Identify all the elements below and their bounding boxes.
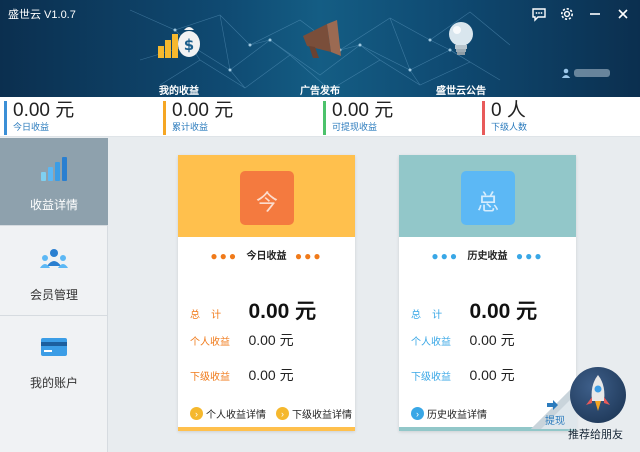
recommend-button[interactable] <box>570 367 626 423</box>
history-badge-char: 总 <box>476 191 499 216</box>
stat-today-label: 今日收益 <box>13 122 50 132</box>
history-total-label: 总 计 <box>411 310 443 321</box>
history-total-row: 总 计 0.00 元 <box>411 295 537 325</box>
minimize-icon[interactable] <box>586 5 604 23</box>
stat-withdrawable: 0.00 元 可提现收益 <box>323 101 393 135</box>
stat-cumulative-label: 累计收益 <box>172 122 209 132</box>
stat-today-value: 0.00 元 <box>13 100 75 121</box>
megaphone-icon <box>303 20 341 58</box>
nav-label-announcement: 盛世云公告 <box>436 86 486 97</box>
chevron-right-icon: › <box>411 407 424 420</box>
lightbulb-icon <box>449 22 473 55</box>
history-card-links: › 历史收益详情 <box>411 406 487 421</box>
history-personal-row: 个人收益 0.00 元 <box>411 330 515 350</box>
chevron-right-icon: › <box>276 407 289 420</box>
today-card-header: 今 <box>178 155 355 237</box>
sidebar-item-account[interactable]: 我的账户 <box>0 316 108 404</box>
credit-card-icon <box>41 338 67 356</box>
close-icon[interactable] <box>614 5 632 23</box>
nav-ad-publish[interactable]: 广告发布 <box>280 12 360 97</box>
stats-bar: 0.00 元 今日收益 0.00 元 累计收益 0.00 元 可提现收益 0 人… <box>0 97 640 137</box>
today-heading-text: 今日收益 <box>246 251 287 262</box>
sidebar-label-earnings-detail: 收益详情 <box>29 198 78 212</box>
withdraw-label[interactable]: 提现 <box>545 412 565 427</box>
today-earnings-card: 今 ●●● 今日收益 ●●● 总 计 0.00 元 个人收益 0.00 元 下级… <box>178 155 355 431</box>
today-total-label: 总 计 <box>190 310 222 321</box>
stat-cumulative: 0.00 元 累计收益 <box>163 101 233 135</box>
today-badge-char: 今 <box>255 191 278 216</box>
history-total-value: 0.00 元 <box>469 300 538 323</box>
stat-subordinates: 0 人 下级人数 <box>482 101 527 135</box>
history-card-heading: ●●● 历史收益 ●●● <box>431 249 544 263</box>
history-personal-label: 个人收益 <box>411 337 451 348</box>
nav-my-earnings[interactable]: $ 我的收益 <box>139 12 219 97</box>
money-bag-icon: $ <box>158 27 200 58</box>
today-personal-label: 个人收益 <box>190 337 230 348</box>
stat-withdrawable-value: 0.00 元 <box>332 100 394 121</box>
today-personal-value: 0.00 元 <box>248 332 294 348</box>
today-sub-label: 下级收益 <box>190 372 230 383</box>
today-card-links: › 个人收益详情 › 下级收益详情 <box>190 406 352 421</box>
sidebar: 收益详情 会员管理 我的账户 <box>0 138 108 452</box>
history-sub-row: 下级收益 0.00 元 <box>411 365 515 385</box>
stat-cumulative-value: 0.00 元 <box>172 100 234 121</box>
username-redacted <box>574 69 610 77</box>
members-icon <box>40 249 68 268</box>
today-total-row: 总 计 0.00 元 <box>190 295 316 325</box>
today-sub-value: 0.00 元 <box>248 367 294 383</box>
app-title: 盛世云 V1.0.7 <box>8 9 76 21</box>
today-personal-row: 个人收益 0.00 元 <box>190 330 294 350</box>
history-card-header: 总 <box>399 155 576 237</box>
personal-earnings-detail-link[interactable]: › 个人收益详情 <box>190 406 266 421</box>
user-account[interactable] <box>561 68 610 78</box>
sidebar-label-members: 会员管理 <box>29 288 78 302</box>
stat-withdrawable-label: 可提现收益 <box>332 122 378 132</box>
personal-earnings-detail-text: 个人收益详情 <box>206 410 266 421</box>
today-sub-row: 下级收益 0.00 元 <box>190 365 294 385</box>
today-card-heading: ●●● 今日收益 ●●● <box>210 249 323 263</box>
nav-label-ad-publish: 广告发布 <box>300 86 340 97</box>
recommend-label[interactable]: 推荐给朋友 <box>568 426 623 442</box>
history-sub-value: 0.00 元 <box>469 367 515 383</box>
svg-text:$: $ <box>184 36 194 54</box>
nav-announcement[interactable]: 盛世云公告 <box>421 12 501 97</box>
today-total-value: 0.00 元 <box>248 300 317 323</box>
sidebar-item-earnings-detail[interactable]: 收益详情 <box>0 138 108 226</box>
nav-label-my-earnings: 我的收益 <box>159 86 199 97</box>
stat-subordinates-label: 下级人数 <box>491 122 528 132</box>
rocket-icon <box>586 375 610 411</box>
history-badge: 总 <box>461 171 515 225</box>
stat-subordinates-value: 0 人 <box>491 100 526 121</box>
sub-earnings-detail-text: 下级收益详情 <box>292 410 352 421</box>
history-earnings-detail-text: 历史收益详情 <box>427 410 487 421</box>
sidebar-label-account: 我的账户 <box>29 376 78 390</box>
gear-icon[interactable] <box>558 5 576 23</box>
sidebar-item-members[interactable]: 会员管理 <box>0 226 108 316</box>
history-heading-text: 历史收益 <box>467 251 508 262</box>
sub-earnings-detail-link[interactable]: › 下级收益详情 <box>276 406 352 421</box>
today-card-footer-bar <box>178 427 355 431</box>
header-banner: 盛世云 V1.0.7 $ 我的收益 广告发布 盛世云公告 <box>0 0 640 97</box>
history-sub-label: 下级收益 <box>411 372 451 383</box>
window-controls <box>530 5 632 23</box>
history-personal-value: 0.00 元 <box>469 332 515 348</box>
bar-chart-icon <box>41 157 67 181</box>
today-badge: 今 <box>240 171 294 225</box>
history-earnings-detail-link[interactable]: › 历史收益详情 <box>411 406 487 421</box>
user-icon <box>561 68 571 78</box>
stat-today: 0.00 元 今日收益 <box>4 101 74 135</box>
chevron-right-icon: › <box>190 407 203 420</box>
chat-icon[interactable] <box>530 5 548 23</box>
